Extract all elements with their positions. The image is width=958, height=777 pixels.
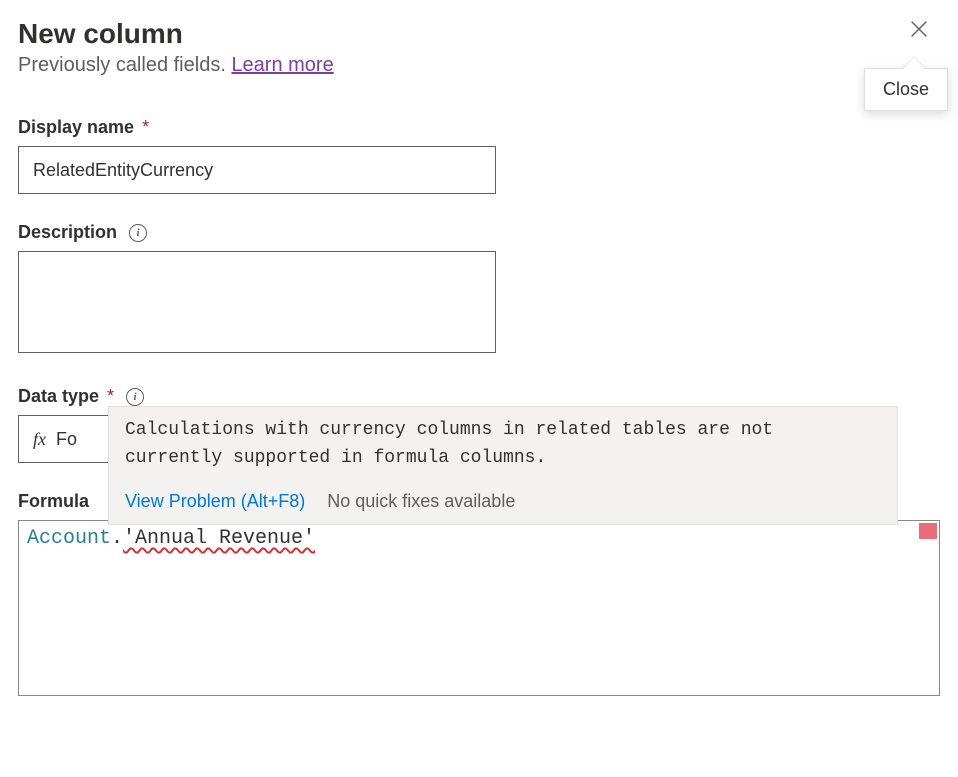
close-button[interactable] xyxy=(908,18,930,45)
error-actions: View Problem (Alt+F8) No quick fixes ava… xyxy=(109,485,897,524)
display-name-input[interactable] xyxy=(18,146,496,194)
code-line: Account.'Annual Revenue' xyxy=(27,525,931,552)
code-token-object: Account xyxy=(27,527,111,550)
view-problem-link[interactable]: View Problem (Alt+F8) xyxy=(125,491,305,512)
info-icon[interactable]: i xyxy=(129,224,147,242)
info-icon[interactable]: i xyxy=(126,388,144,406)
data-type-label: Data type * i xyxy=(18,386,940,407)
data-type-label-text: Data type xyxy=(18,386,99,407)
formula-editor[interactable]: Account.'Annual Revenue' xyxy=(18,520,940,696)
subtitle-text: Previously called fields. xyxy=(18,54,231,76)
required-marker: * xyxy=(142,117,149,138)
display-name-label-text: Display name xyxy=(18,117,134,138)
no-quick-fixes-text: No quick fixes available xyxy=(327,491,515,512)
code-token-dot: . xyxy=(111,527,123,550)
close-tooltip: Close xyxy=(864,68,948,111)
formula-field: Formula Calculations with currency colum… xyxy=(18,491,940,696)
data-type-value: Fo xyxy=(56,429,77,450)
panel-header: New column Previously called fields. Lea… xyxy=(18,18,940,77)
display-name-field: Display name * xyxy=(18,117,940,194)
close-icon xyxy=(908,18,930,40)
code-token-property: 'Annual Revenue' xyxy=(123,527,315,550)
description-field: Description i xyxy=(18,222,940,358)
description-label-text: Description xyxy=(18,222,117,243)
panel-title: New column xyxy=(18,18,940,50)
description-label: Description i xyxy=(18,222,940,243)
error-hover-panel: Calculations with currency columns in re… xyxy=(108,406,898,525)
learn-more-link[interactable]: Learn more xyxy=(231,54,333,76)
error-message: Calculations with currency columns in re… xyxy=(109,407,897,485)
description-input[interactable] xyxy=(18,251,496,353)
panel-subtitle: Previously called fields. Learn more xyxy=(18,54,940,77)
display-name-label: Display name * xyxy=(18,117,940,138)
required-marker: * xyxy=(107,386,114,407)
fx-icon: fx xyxy=(33,429,46,450)
minimap-error-marker xyxy=(919,523,937,539)
